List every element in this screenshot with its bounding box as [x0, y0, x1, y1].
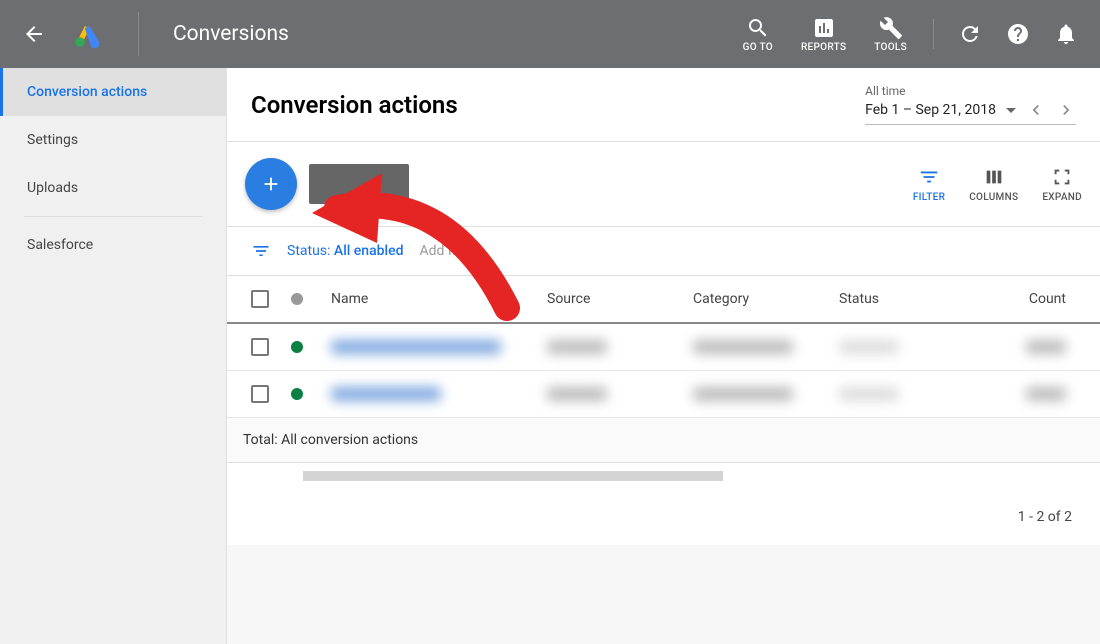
divider	[933, 19, 934, 49]
page-header: Conversion actions All time Feb 1 – Sep …	[227, 68, 1100, 142]
column-source[interactable]: Source	[547, 291, 677, 307]
sidebar-item-label: Settings	[27, 132, 78, 148]
column-name[interactable]: Name	[331, 291, 531, 307]
conversions-table: Name Source Category Status Count	[227, 276, 1100, 545]
reports-icon	[812, 16, 836, 40]
column-category[interactable]: Category	[693, 291, 823, 307]
sidebar-item-label: Salesforce	[27, 237, 93, 253]
toolbar: FILTER COLUMNS EXPAND	[227, 142, 1100, 227]
sidebar-item-conversion-actions[interactable]: Conversion actions	[0, 68, 226, 116]
filter-bar: Status: All enabled Add filter	[227, 227, 1100, 276]
columns-tool-button[interactable]: COLUMNS	[969, 166, 1018, 203]
row-checkbox[interactable]	[251, 385, 269, 403]
sidebar-item-uploads[interactable]: Uploads	[0, 164, 226, 212]
arrow-left-icon	[22, 22, 46, 46]
row-checkbox[interactable]	[251, 338, 269, 356]
filter-chip[interactable]: Status: All enabled	[287, 243, 403, 259]
back-button[interactable]	[16, 16, 52, 52]
redacted-cell	[547, 340, 607, 354]
sidebar-item-salesforce[interactable]: Salesforce	[0, 221, 226, 269]
redacted-cell	[547, 387, 607, 401]
add-conversion-button[interactable]	[245, 158, 297, 210]
horizontal-scrollbar[interactable]	[227, 463, 1100, 489]
status-dot-icon	[291, 388, 303, 400]
help-button[interactable]	[1006, 22, 1030, 46]
redacted-cell	[331, 387, 441, 401]
pagination-label: 1 - 2 of 2	[227, 489, 1100, 545]
date-range-value: Feb 1 – Sep 21, 2018	[865, 102, 996, 118]
prev-period-button[interactable]	[1026, 100, 1046, 120]
table-row[interactable]	[227, 371, 1100, 418]
refresh-button[interactable]	[958, 22, 982, 46]
sidebar-item-label: Uploads	[27, 180, 78, 196]
expand-icon	[1051, 166, 1073, 188]
table-tools: FILTER COLUMNS EXPAND	[913, 166, 1082, 203]
redacted-cell	[1026, 340, 1066, 354]
redacted-cell	[693, 387, 793, 401]
notifications-button[interactable]	[1054, 22, 1078, 46]
filter-icon	[918, 166, 940, 188]
redacted-cell	[693, 340, 793, 354]
search-icon	[746, 16, 770, 40]
redacted-cell	[839, 387, 899, 401]
google-ads-logo-icon	[72, 18, 104, 50]
date-range-label: All time	[865, 84, 1076, 98]
chevron-down-icon[interactable]	[1006, 108, 1016, 113]
next-period-button[interactable]	[1056, 100, 1076, 120]
expand-tool-button[interactable]: EXPAND	[1042, 166, 1082, 203]
sidebar: Conversion actions Settings Uploads Sale…	[0, 68, 227, 644]
secondary-button-placeholder[interactable]	[309, 164, 409, 204]
redacted-cell	[1026, 387, 1066, 401]
status-dot-icon	[291, 293, 303, 305]
header-title: Conversions	[173, 22, 289, 46]
select-all-checkbox[interactable]	[251, 290, 269, 308]
redacted-cell	[839, 340, 899, 354]
tools-button[interactable]: TOOLS	[866, 16, 915, 53]
goto-button[interactable]: GO TO	[735, 16, 781, 53]
redacted-cell	[331, 340, 501, 354]
filter-icon	[251, 241, 271, 261]
column-status[interactable]: Status	[839, 291, 959, 307]
scrollbar-thumb[interactable]	[303, 471, 723, 481]
date-range-row: Feb 1 – Sep 21, 2018	[865, 100, 1076, 125]
top-header: Conversions GO TO REPORTS TOOLS	[0, 0, 1100, 68]
sidebar-item-label: Conversion actions	[27, 84, 147, 100]
layout: Conversion actions Settings Uploads Sale…	[0, 68, 1100, 644]
add-filter-button[interactable]: Add filter	[419, 243, 475, 259]
plus-icon	[260, 173, 282, 195]
filter-tool-button[interactable]: FILTER	[913, 166, 945, 203]
tools-icon	[879, 16, 903, 40]
table-row[interactable]	[227, 324, 1100, 371]
header-left: Conversions	[16, 12, 289, 56]
table-total-row: Total: All conversion actions	[227, 418, 1100, 463]
main-content: Conversion actions All time Feb 1 – Sep …	[227, 68, 1100, 644]
header-right: GO TO REPORTS TOOLS	[735, 16, 1084, 53]
divider	[138, 12, 139, 56]
divider	[24, 216, 202, 217]
table-header: Name Source Category Status Count	[227, 276, 1100, 324]
columns-icon	[983, 166, 1005, 188]
status-dot-icon	[291, 341, 303, 353]
date-range-picker[interactable]: All time Feb 1 – Sep 21, 2018	[865, 84, 1076, 125]
column-count[interactable]: Count	[975, 291, 1076, 307]
page-title: Conversion actions	[251, 91, 865, 119]
reports-button[interactable]: REPORTS	[793, 16, 854, 53]
sidebar-item-settings[interactable]: Settings	[0, 116, 226, 164]
